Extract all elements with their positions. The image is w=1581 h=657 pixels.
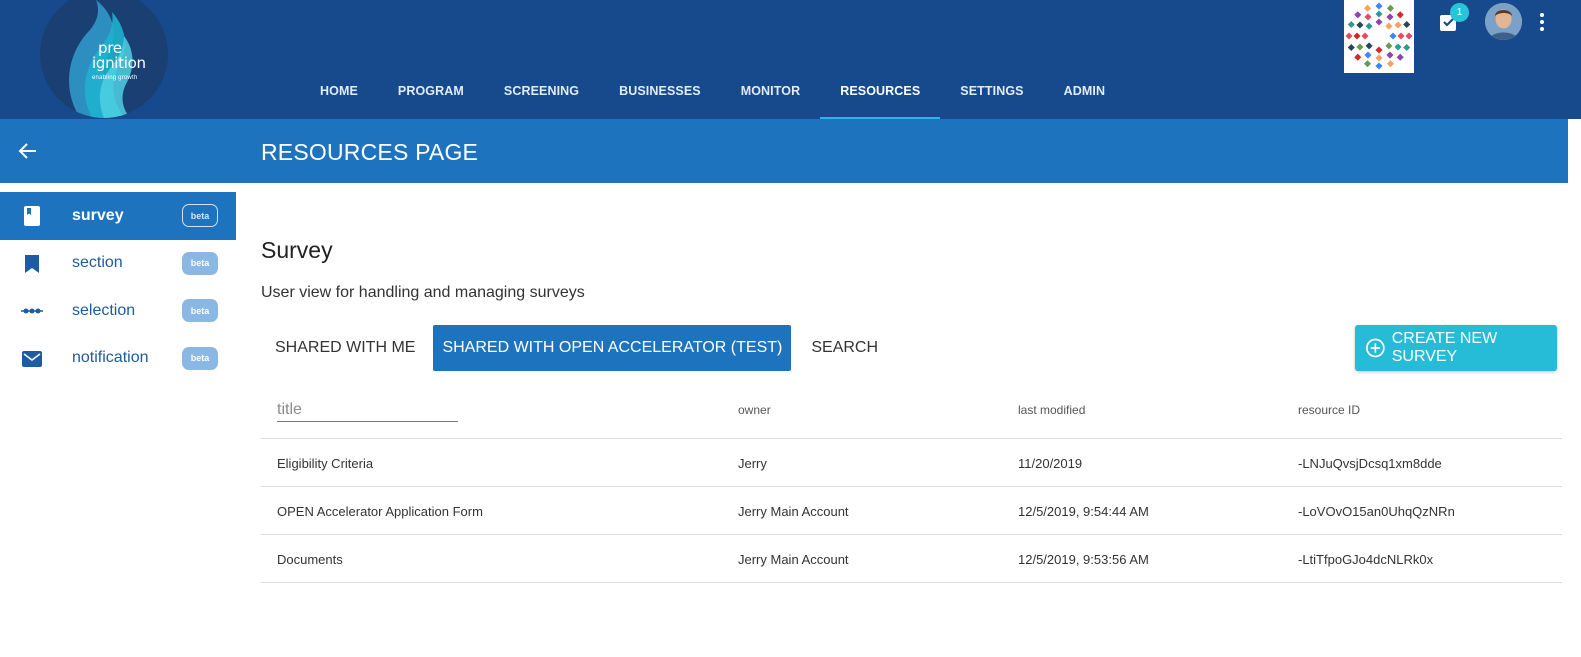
sidebar-item-section[interactable]: section beta xyxy=(0,240,236,288)
section-title: Survey xyxy=(261,237,333,263)
nav-settings[interactable]: SETTINGS xyxy=(940,62,1043,119)
dots-line-icon xyxy=(20,299,44,323)
beta-badge: beta xyxy=(182,251,218,275)
create-new-survey-label: CREATE NEW SURVEY xyxy=(1391,330,1498,365)
cell-owner: Jerry Main Account xyxy=(738,504,849,519)
table-row[interactable]: OPEN Accelerator Application Form Jerry … xyxy=(261,487,1562,535)
cell-resource-id: -LtiTfpoGJo4dcNLRk0x xyxy=(1298,552,1434,567)
cell-title: Eligibility Criteria xyxy=(277,456,374,471)
cell-last-modified: 12/5/2019, 9:54:44 AM xyxy=(1018,504,1149,519)
sidebar-item-label: section xyxy=(72,254,123,272)
sidebar-item-label: survey xyxy=(72,206,124,224)
cell-title: OPEN Accelerator Application Form xyxy=(277,504,483,519)
bookmark-icon xyxy=(20,252,44,276)
cell-resource-id: -LoVOvO15an0UhqQzNRn xyxy=(1298,504,1455,519)
beta-badge: beta xyxy=(182,299,218,322)
logo-text: pre ignition xyxy=(92,41,146,71)
tab-search[interactable]: SEARCH xyxy=(797,325,892,371)
organization-logo[interactable] xyxy=(1344,0,1414,73)
tab-shared-with-me[interactable]: SHARED WITH ME xyxy=(261,325,429,371)
arrow-back-icon[interactable] xyxy=(16,139,40,163)
sidebar-item-label: notification xyxy=(72,349,149,367)
sidebar-item-survey[interactable]: survey beta xyxy=(0,192,236,240)
logo-tagline: enabling growth xyxy=(92,75,138,81)
nav-resources[interactable]: RESOURCES xyxy=(820,62,941,119)
sidebar: survey beta section beta selection beta … xyxy=(0,192,236,382)
title-filter-input[interactable] xyxy=(277,398,458,422)
sidebar-item-label: selection xyxy=(72,301,136,319)
mail-icon xyxy=(20,347,44,371)
share-tabs: SHARED WITH ME SHARED WITH OPEN ACCELERA… xyxy=(261,325,892,371)
cell-last-modified: 12/5/2019, 9:53:56 AM xyxy=(1018,552,1149,567)
add-circle-icon xyxy=(1366,338,1385,358)
sidebar-item-selection[interactable]: selection beta xyxy=(0,287,236,335)
table-header: owner last modified resource ID xyxy=(261,391,1562,439)
book-icon xyxy=(20,204,44,228)
preignition-logo[interactable]: pre ignition enabling growth xyxy=(40,0,168,118)
create-new-survey-button[interactable]: CREATE NEW SURVEY xyxy=(1355,325,1557,371)
column-header-resource-id[interactable]: resource ID xyxy=(1298,403,1360,417)
mosaic-graphic xyxy=(1345,2,1413,70)
tasks-count-badge: 1 xyxy=(1450,3,1469,22)
beta-badge: beta xyxy=(182,346,218,370)
table-row[interactable]: Documents Jerry Main Account 12/5/2019, … xyxy=(261,535,1562,583)
survey-table: owner last modified resource ID Eligibil… xyxy=(261,391,1562,583)
section-description: User view for handling and managing surv… xyxy=(261,284,585,301)
cell-owner: Jerry Main Account xyxy=(738,552,849,567)
cell-last-modified: 11/20/2019 xyxy=(1018,456,1083,471)
column-header-last-modified[interactable]: last modified xyxy=(1018,403,1085,417)
nav-program[interactable]: PROGRAM xyxy=(378,62,484,119)
page-header-bar: RESOURCES PAGE xyxy=(0,119,1568,183)
more-vert-icon[interactable] xyxy=(1535,10,1549,34)
main-nav: HOME PROGRAM SCREENING BUSINESSES MONITO… xyxy=(300,62,1125,119)
logo-text-line2: ignition xyxy=(92,54,146,72)
sidebar-item-notification[interactable]: notification beta xyxy=(0,335,236,383)
cell-resource-id: -LNJuQvsjDcsq1xm8dde xyxy=(1298,456,1442,471)
nav-home[interactable]: HOME xyxy=(300,62,378,119)
page-title: RESOURCES PAGE xyxy=(261,139,479,165)
table-row[interactable]: Eligibility Criteria Jerry 11/20/2019 -L… xyxy=(261,439,1562,487)
nav-screening[interactable]: SCREENING xyxy=(484,62,599,119)
nav-admin[interactable]: ADMIN xyxy=(1044,62,1125,119)
nav-businesses[interactable]: BUSINESSES xyxy=(599,62,721,119)
top-app-bar: pre ignition enabling growth HOME PROGRA… xyxy=(0,0,1581,119)
column-header-owner[interactable]: owner xyxy=(738,403,771,417)
user-avatar[interactable] xyxy=(1485,3,1522,40)
cell-owner: Jerry xyxy=(738,456,767,471)
tab-shared-with-organization[interactable]: SHARED WITH OPEN ACCELERATOR (TEST) xyxy=(433,325,792,371)
cell-title: Documents xyxy=(277,552,343,567)
nav-monitor[interactable]: MONITOR xyxy=(721,62,821,119)
beta-badge: beta xyxy=(182,204,218,227)
